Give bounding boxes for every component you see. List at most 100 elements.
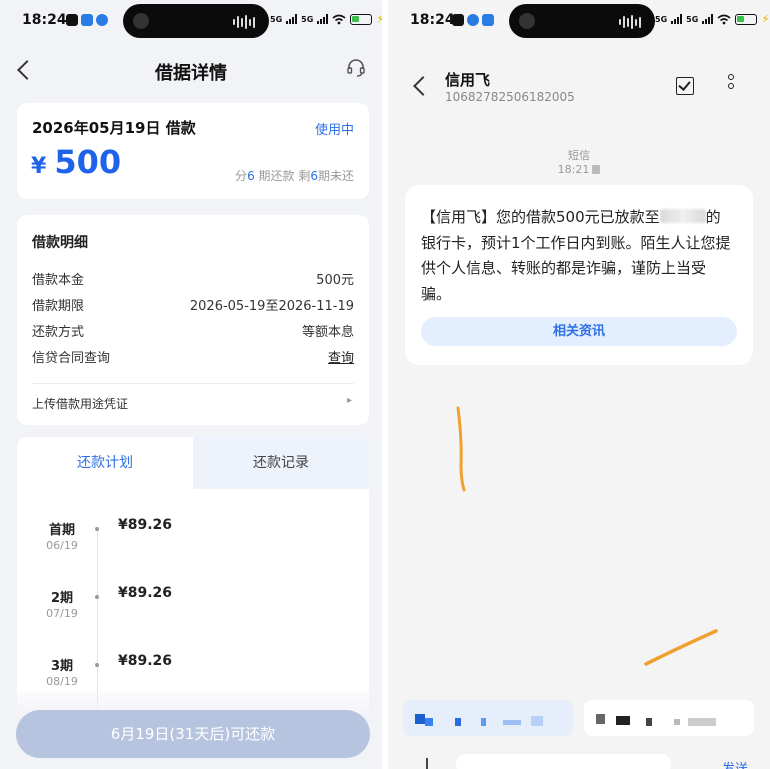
plan-date: 08/19 [46, 675, 78, 688]
message-type: 短信 [568, 149, 590, 162]
network-label: 5G [301, 14, 314, 24]
more-icon[interactable] [728, 74, 736, 98]
pixelated-text [531, 716, 543, 726]
checkbox-icon[interactable] [676, 77, 694, 95]
tab-repayment-records[interactable]: 还款记录 [193, 437, 369, 489]
annotation-stroke [456, 406, 466, 492]
plan-item: 2期 07/19 ¥89.26 [17, 585, 369, 637]
divider [32, 383, 354, 384]
detail-value: 500元 [316, 273, 354, 288]
contract-query-link[interactable]: 查询 [328, 347, 354, 366]
tab-repayment-plan[interactable]: 还款计划 [17, 437, 193, 489]
period-mid: 期还款 剩 [254, 169, 311, 183]
timeline-dot [95, 663, 99, 667]
detail-key: 借款本金 [32, 273, 85, 288]
sender-name: 信用飞 [445, 71, 491, 89]
add-attachment-icon[interactable] [426, 758, 428, 769]
pixelated-icon [415, 714, 425, 724]
period-remaining: 6 [310, 169, 318, 183]
app-notification-icon [467, 14, 479, 26]
pixelated-icon [596, 714, 605, 724]
loan-detail-card: 借款明细 借款本金 500元 借款期限 2026-05-19至2026-11-1… [17, 215, 369, 425]
message-input[interactable] [456, 754, 671, 769]
app-notification-icon [96, 14, 108, 26]
app-notification-icon [482, 14, 494, 26]
plan-period-label: 2期 [50, 591, 74, 606]
pixelated-text [674, 719, 680, 725]
installment-summary: 分6 期还款 剩6期未还 [235, 167, 354, 184]
page-header: 借据详情 [0, 48, 382, 92]
detail-title: 借款明细 [32, 235, 88, 251]
network-label: 5G [270, 14, 283, 24]
composer-bar: 发送 [388, 752, 770, 769]
plan-amount: ¥89.26 [118, 517, 173, 533]
period-total: 6 [247, 169, 255, 183]
redacted-text [659, 209, 706, 223]
annotation-stroke [644, 629, 718, 666]
audio-wave-icon [233, 15, 255, 29]
repay-button[interactable]: 6月19日(31天后)可还款 [16, 710, 370, 758]
battery-icon [735, 13, 758, 25]
back-arrow-icon[interactable] [413, 76, 433, 96]
notification-icons [452, 14, 494, 26]
network-label: 5G [686, 14, 699, 24]
status-time: 18:24 [22, 12, 67, 28]
handwritten-annotations [456, 406, 718, 666]
app-notification-icon [452, 14, 464, 26]
loan-detail-screen: 18:24 5G 5G ⚡ 借据详情 2026年05月19日 借款 使用中 ¥ … [0, 0, 385, 769]
detail-row-method: 还款方式 等额本息 [32, 321, 354, 341]
pixelated-text [646, 718, 652, 726]
signal-icon [317, 14, 329, 24]
dynamic-island [123, 4, 269, 38]
status-indicators: 5G 5G ⚡ [655, 12, 770, 26]
sender-number: 10682782506182005 [445, 90, 575, 104]
pixelated-text [455, 718, 461, 726]
charging-icon: ⚡ [761, 12, 770, 26]
loan-date: 2026年05月19日 借款 [32, 119, 196, 137]
pixelated-text [616, 716, 630, 725]
message-time-row: 18:21 [388, 163, 770, 176]
headset-icon[interactable] [346, 58, 366, 78]
related-news-button[interactable]: 相关资讯 [421, 317, 737, 346]
repayment-tabs: 还款计划 还款记录 [17, 437, 369, 489]
quick-reply-chip[interactable] [403, 700, 573, 736]
signal-icon [671, 14, 683, 24]
dynamic-island [509, 4, 655, 38]
message-bubble[interactable]: 【信用飞】您的借款500元已放款至 的银行卡，预计1个工作日内到账。陌生人让您提供… [405, 185, 753, 365]
plan-amount: ¥89.26 [118, 585, 173, 601]
detail-value: 等额本息 [301, 325, 354, 340]
period-suffix: 期未还 [317, 169, 354, 183]
notification-icons [66, 14, 108, 26]
wifi-icon [717, 14, 731, 24]
charging-icon: ⚡ [376, 12, 385, 26]
detail-key: 还款方式 [32, 325, 85, 340]
message-text-part1: 【信用飞】您的借款500元已放款至 [421, 208, 660, 226]
plan-period-label: 3期 [50, 659, 74, 674]
battery-icon [350, 13, 373, 25]
status-indicators: 5G 5G ⚡ [270, 12, 385, 26]
status-time: 18:24 [410, 12, 455, 28]
detail-key: 信贷合同查询 [32, 351, 111, 366]
detail-value: 2026-05-19至2026-11-19 [189, 299, 354, 314]
status-bar: 18:24 5G 5G ⚡ [0, 0, 382, 42]
pixelated-text [688, 718, 716, 726]
detail-row-contract: 信贷合同查询 查询 [32, 347, 354, 367]
loan-amount: ¥500 [31, 143, 121, 181]
status-bar: 18:24 5G 5G ⚡ [388, 0, 770, 42]
page-title: 借据详情 [155, 63, 227, 84]
status-badge: 使用中 [314, 123, 354, 138]
pixelated-icon [425, 718, 433, 726]
sim-card-icon [592, 165, 601, 174]
quick-reply-bar [388, 692, 770, 752]
loan-summary-card[interactable]: 2026年05月19日 借款 使用中 ¥500 分6 期还款 剩6期未还 [17, 103, 369, 199]
pixelated-text [503, 720, 521, 725]
app-notification-icon [66, 14, 78, 26]
upload-proof-row[interactable]: 上传借款用途凭证 ▸ [32, 395, 354, 412]
quick-reply-chip[interactable] [584, 700, 754, 736]
plan-item: 首期 06/19 ¥89.26 [17, 517, 369, 569]
message-text: 【信用飞】您的借款500元已放款至 的银行卡，预计1个工作日内到账。陌生人让您提供… [421, 205, 735, 307]
send-button[interactable]: 发送 [722, 758, 748, 769]
timeline-dot [95, 595, 99, 599]
sms-conversation-screen: 18:24 5G 5G ⚡ 信用飞 10682782506182005 短信 1… [388, 0, 770, 769]
album-art-icon [133, 13, 149, 29]
